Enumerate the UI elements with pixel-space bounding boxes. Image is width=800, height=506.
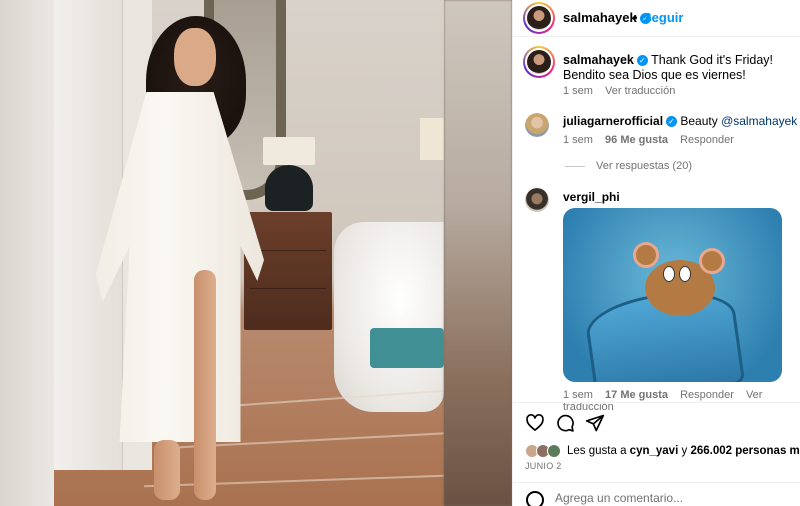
caption-text-line2: Bendito sea Dios que es viernes! [563,68,746,82]
post-side-panel: salmahayek ✓ • Seguir salmahayek ✓ Thank G… [512,0,800,506]
post-actions-bar [513,402,800,442]
photo-bench [370,328,444,368]
author-avatar[interactable] [523,2,555,34]
comment-avatar[interactable] [525,113,549,137]
view-replies-button[interactable]: Ver respuestas (20) [596,160,692,172]
comment-likes[interactable]: 17 Me gusta [605,389,668,401]
photo-lamp-shade [263,137,315,165]
post-caption: salmahayek ✓ Thank God it's Friday! Bendi… [563,53,793,83]
photo-backdrop-right [444,0,512,506]
post-header: salmahayek ✓ • Seguir [513,0,800,37]
photo-floor-tile-line [144,474,444,488]
caption-text-line1: Thank God it's Friday! [651,53,774,67]
follow-button[interactable]: Seguir [643,10,683,25]
photo-lamp-base [265,165,313,211]
comment-text: Beauty [680,114,718,128]
comment-avatar[interactable] [525,188,549,212]
post-photo[interactable] [54,0,444,506]
comment-likes[interactable]: 96 Me gusta [605,134,668,146]
photo-person-leg [154,440,180,500]
heart-icon[interactable] [525,413,545,433]
comment-gif[interactable] [563,208,782,382]
photo-person-face [174,28,216,86]
gif-mouse-ear [633,242,659,268]
likes-middle: y [681,445,688,457]
comment-bar [513,482,800,506]
photo-bed [334,222,444,412]
comment-body: juliagarnerofficial ✓ Beauty @salmahayek [563,114,800,128]
photo-backdrop-left [0,0,54,506]
verified-badge-icon: ✓ [636,55,648,66]
verified-badge-icon: ✓ [666,116,678,127]
caption-username[interactable]: salmahayek [563,53,634,67]
comment-time[interactable]: 1 sem [563,389,593,401]
gif-mouse-eye [663,266,675,282]
author-username[interactable]: salmahayek [563,10,637,25]
comment-reply-button[interactable]: Responder [680,389,734,401]
comment-mention-link[interactable]: @salmahayek [721,114,797,128]
liker-avatar [547,444,561,458]
caption-meta: 1 sem Ver traducción [563,85,684,97]
comment-username[interactable]: vergil_phi [563,190,620,204]
likes-avatars[interactable] [525,444,563,458]
comment-time[interactable]: 1 sem [563,134,593,146]
gif-mouse-eye [679,266,691,282]
photo-lamp [420,118,444,160]
comment-meta: 1 sem 96 Me gusta Responder [563,134,743,146]
replies-divider [565,166,585,167]
likes-prefix: Les gusta a [567,445,627,457]
header-separator: • [633,10,638,25]
caption-time[interactable]: 1 sem [563,85,593,97]
likes-count[interactable]: 266.002 personas más [690,445,800,457]
caption-author-avatar[interactable] [523,46,555,78]
smiley-icon[interactable] [526,491,544,506]
comment-username[interactable]: juliagarnerofficial [563,114,663,128]
likes-user[interactable]: cyn_yavi [630,445,679,457]
comment-icon[interactable] [555,413,575,433]
share-icon[interactable] [585,413,605,433]
gif-mouse-ear [699,248,725,274]
caption-translate-link[interactable]: Ver traducción [605,85,675,97]
post-date[interactable]: JUNIO 2 [525,461,562,471]
photo-person-leg [194,270,216,500]
post-photo-pane [0,0,512,506]
comment-reply-button[interactable]: Responder [680,134,734,146]
comment-input[interactable] [555,491,785,505]
likes-summary: Les gusta a cyn_yavi y 266.002 personas … [567,445,800,457]
